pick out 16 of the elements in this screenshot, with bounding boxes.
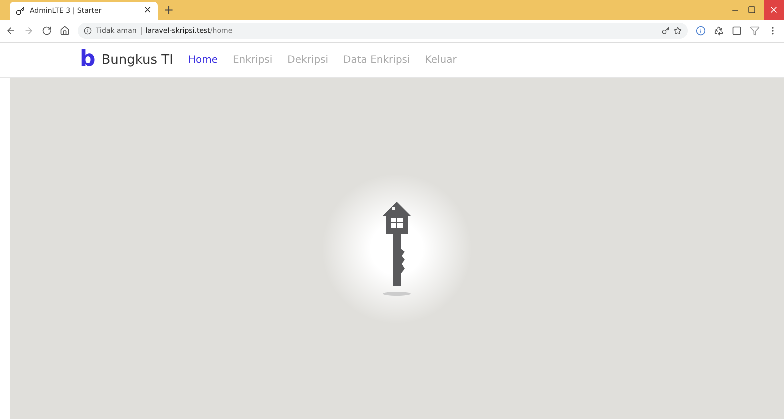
brand-name[interactable]: Bungkus TI [102,52,174,68]
new-tab-button[interactable]: + [164,3,174,17]
close-icon[interactable]: × [144,6,152,16]
info-icon[interactable] [84,27,92,35]
star-icon[interactable] [674,27,682,35]
key-icon[interactable] [662,27,670,35]
brand-logo[interactable]: b [80,49,96,71]
back-icon[interactable] [6,26,16,36]
close-icon [769,5,779,15]
key-icon [16,6,25,16]
maximize-icon[interactable] [748,6,756,14]
reload-icon[interactable] [42,26,52,36]
recycle-icon[interactable] [714,26,724,36]
filter-icon[interactable] [750,26,760,36]
nav-link[interactable]: Home [188,54,218,66]
home-icon[interactable] [60,26,70,36]
